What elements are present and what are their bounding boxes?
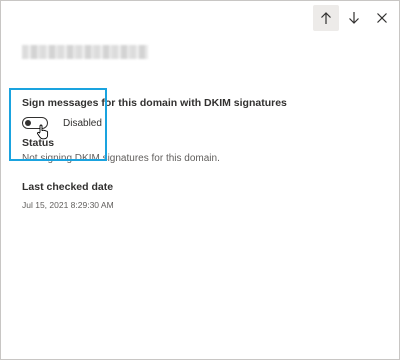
- status-value: Not signing DKIM signatures for this dom…: [22, 153, 220, 164]
- domain-title-redacted: [22, 45, 148, 59]
- close-icon: [377, 13, 387, 23]
- details-panel: Sign messages for this domain with DKIM …: [0, 0, 400, 360]
- hand-cursor-icon: [36, 124, 49, 140]
- sign-messages-label: Sign messages for this domain with DKIM …: [22, 97, 287, 109]
- status-label: Status: [22, 137, 55, 149]
- last-checked-label: Last checked date: [22, 181, 114, 193]
- close-button[interactable]: [369, 5, 395, 31]
- last-checked-value: Jul 15, 2021 8:29:30 AM: [22, 200, 114, 210]
- panel-header-actions: [313, 5, 395, 31]
- next-item-button[interactable]: [341, 5, 367, 31]
- dkim-toggle-row: Disabled: [22, 117, 379, 140]
- toggle-state-text: Disabled: [63, 117, 102, 129]
- previous-item-button[interactable]: [313, 5, 339, 31]
- dkim-section: Sign messages for this domain with DKIM …: [22, 97, 379, 164]
- last-checked-section: Last checked date Jul 15, 2021 8:29:30 A…: [22, 181, 114, 210]
- arrow-up-icon: [321, 12, 331, 24]
- toggle-knob: [25, 119, 31, 126]
- dkim-toggle[interactable]: [22, 117, 49, 140]
- arrow-down-icon: [349, 12, 359, 24]
